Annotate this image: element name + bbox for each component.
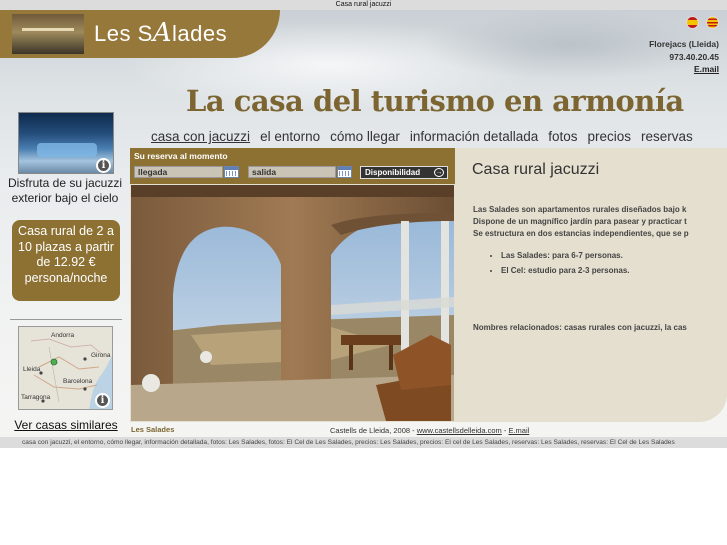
- page-headline: La casa del turismo en armonía: [186, 84, 684, 118]
- paragraph-line: Se estructura en dos estancias independi…: [473, 229, 689, 238]
- main-photo: [131, 185, 454, 421]
- photo-caption: Les Salades: [131, 425, 175, 434]
- list-item: Las Salades: para 6-7 personas.: [501, 250, 727, 262]
- nav-reservas[interactable]: reservas: [641, 129, 693, 144]
- related-names: Nombres relacionados: casas rurales con …: [473, 323, 687, 332]
- footer-links[interactable]: casa con jacuzzi, el entorno, cómo llega…: [0, 437, 727, 448]
- main-nav: casa con jacuzzi el entorno cómo llegar …: [151, 129, 703, 144]
- page: Casa rural jacuzzi Les SAlades Florejacs…: [0, 0, 727, 545]
- availability-button-label: Disponibilidad: [365, 168, 421, 177]
- calendar-icon[interactable]: [224, 166, 239, 178]
- footer-email-link[interactable]: E.mail: [508, 426, 529, 435]
- contact-email-link[interactable]: E.mail: [649, 63, 719, 76]
- info-icon[interactable]: i: [96, 158, 111, 173]
- footer-site-link[interactable]: www.castellsdelleida.com: [417, 426, 502, 435]
- paragraph-line: Dispone de un magnífico jardín para pase…: [473, 217, 687, 226]
- calendar-icon[interactable]: [337, 166, 352, 178]
- arrow-right-icon: →: [434, 168, 444, 177]
- map-label-tarragona: Tarragona: [21, 394, 51, 401]
- booking-title: Su reserva al momento: [134, 151, 228, 161]
- site-logo[interactable]: Les SAlades: [0, 10, 280, 58]
- nav-precios[interactable]: precios: [588, 129, 632, 144]
- price-box: Casa rural de 2 a 10 plazas a partir de …: [12, 220, 120, 301]
- footer-copyright: Castells de Lleida, 2008 - www.castellsd…: [330, 426, 530, 435]
- logo-photo: [12, 14, 84, 54]
- catalan-flag-icon[interactable]: [706, 16, 719, 29]
- jacuzzi-thumbnail[interactable]: i: [18, 112, 114, 174]
- contact-location: Florejacs (Lleida): [649, 39, 719, 49]
- arrival-date-input[interactable]: llegada: [134, 166, 223, 178]
- nav-informacion-detallada[interactable]: información detallada: [410, 129, 538, 144]
- spanish-flag-icon[interactable]: [686, 16, 699, 29]
- list-item: El Cel: estudio para 2-3 personas.: [501, 265, 727, 277]
- jacuzzi-caption: Disfruta de su jacuzzi exterior bajo el …: [7, 176, 123, 205]
- nav-casa-con-jacuzzi[interactable]: casa con jacuzzi: [151, 129, 250, 144]
- logo-text: Les SAlades: [94, 18, 228, 48]
- map-label-lleida: Lleida: [23, 366, 41, 373]
- window-title: Casa rural jacuzzi: [0, 0, 727, 10]
- departure-date-input[interactable]: salida: [248, 166, 336, 178]
- paragraph-line: Las Salades son apartamentos rurales dis…: [473, 205, 687, 214]
- map-label-girona: Girona: [91, 352, 111, 359]
- info-icon[interactable]: i: [95, 393, 110, 408]
- nav-fotos[interactable]: fotos: [548, 129, 577, 144]
- location-map[interactable]: Andorra Lleida Girona Barcelona Tarragon…: [18, 326, 113, 410]
- divider: [10, 319, 122, 320]
- nav-el-entorno[interactable]: el entorno: [260, 129, 320, 144]
- contact-info: Florejacs (Lleida) 973.40.20.45 E.mail: [649, 38, 719, 76]
- booking-bar: Su reserva al momento llegada salida Dis…: [130, 148, 455, 184]
- map-label-andorra: Andorra: [51, 332, 75, 339]
- map-label-barcelona: Barcelona: [63, 378, 93, 385]
- similar-houses-link[interactable]: Ver casas similares: [0, 418, 132, 432]
- nav-como-llegar[interactable]: cómo llegar: [330, 129, 400, 144]
- accommodation-list: Las Salades: para 6-7 personas. El Cel: …: [501, 250, 727, 277]
- content-title: Casa rural jacuzzi: [472, 161, 600, 178]
- contact-phone: 973.40.20.45: [669, 51, 719, 62]
- content-body: Las Salades son apartamentos rurales dis…: [473, 204, 727, 280]
- availability-button[interactable]: Disponibilidad →: [360, 166, 448, 179]
